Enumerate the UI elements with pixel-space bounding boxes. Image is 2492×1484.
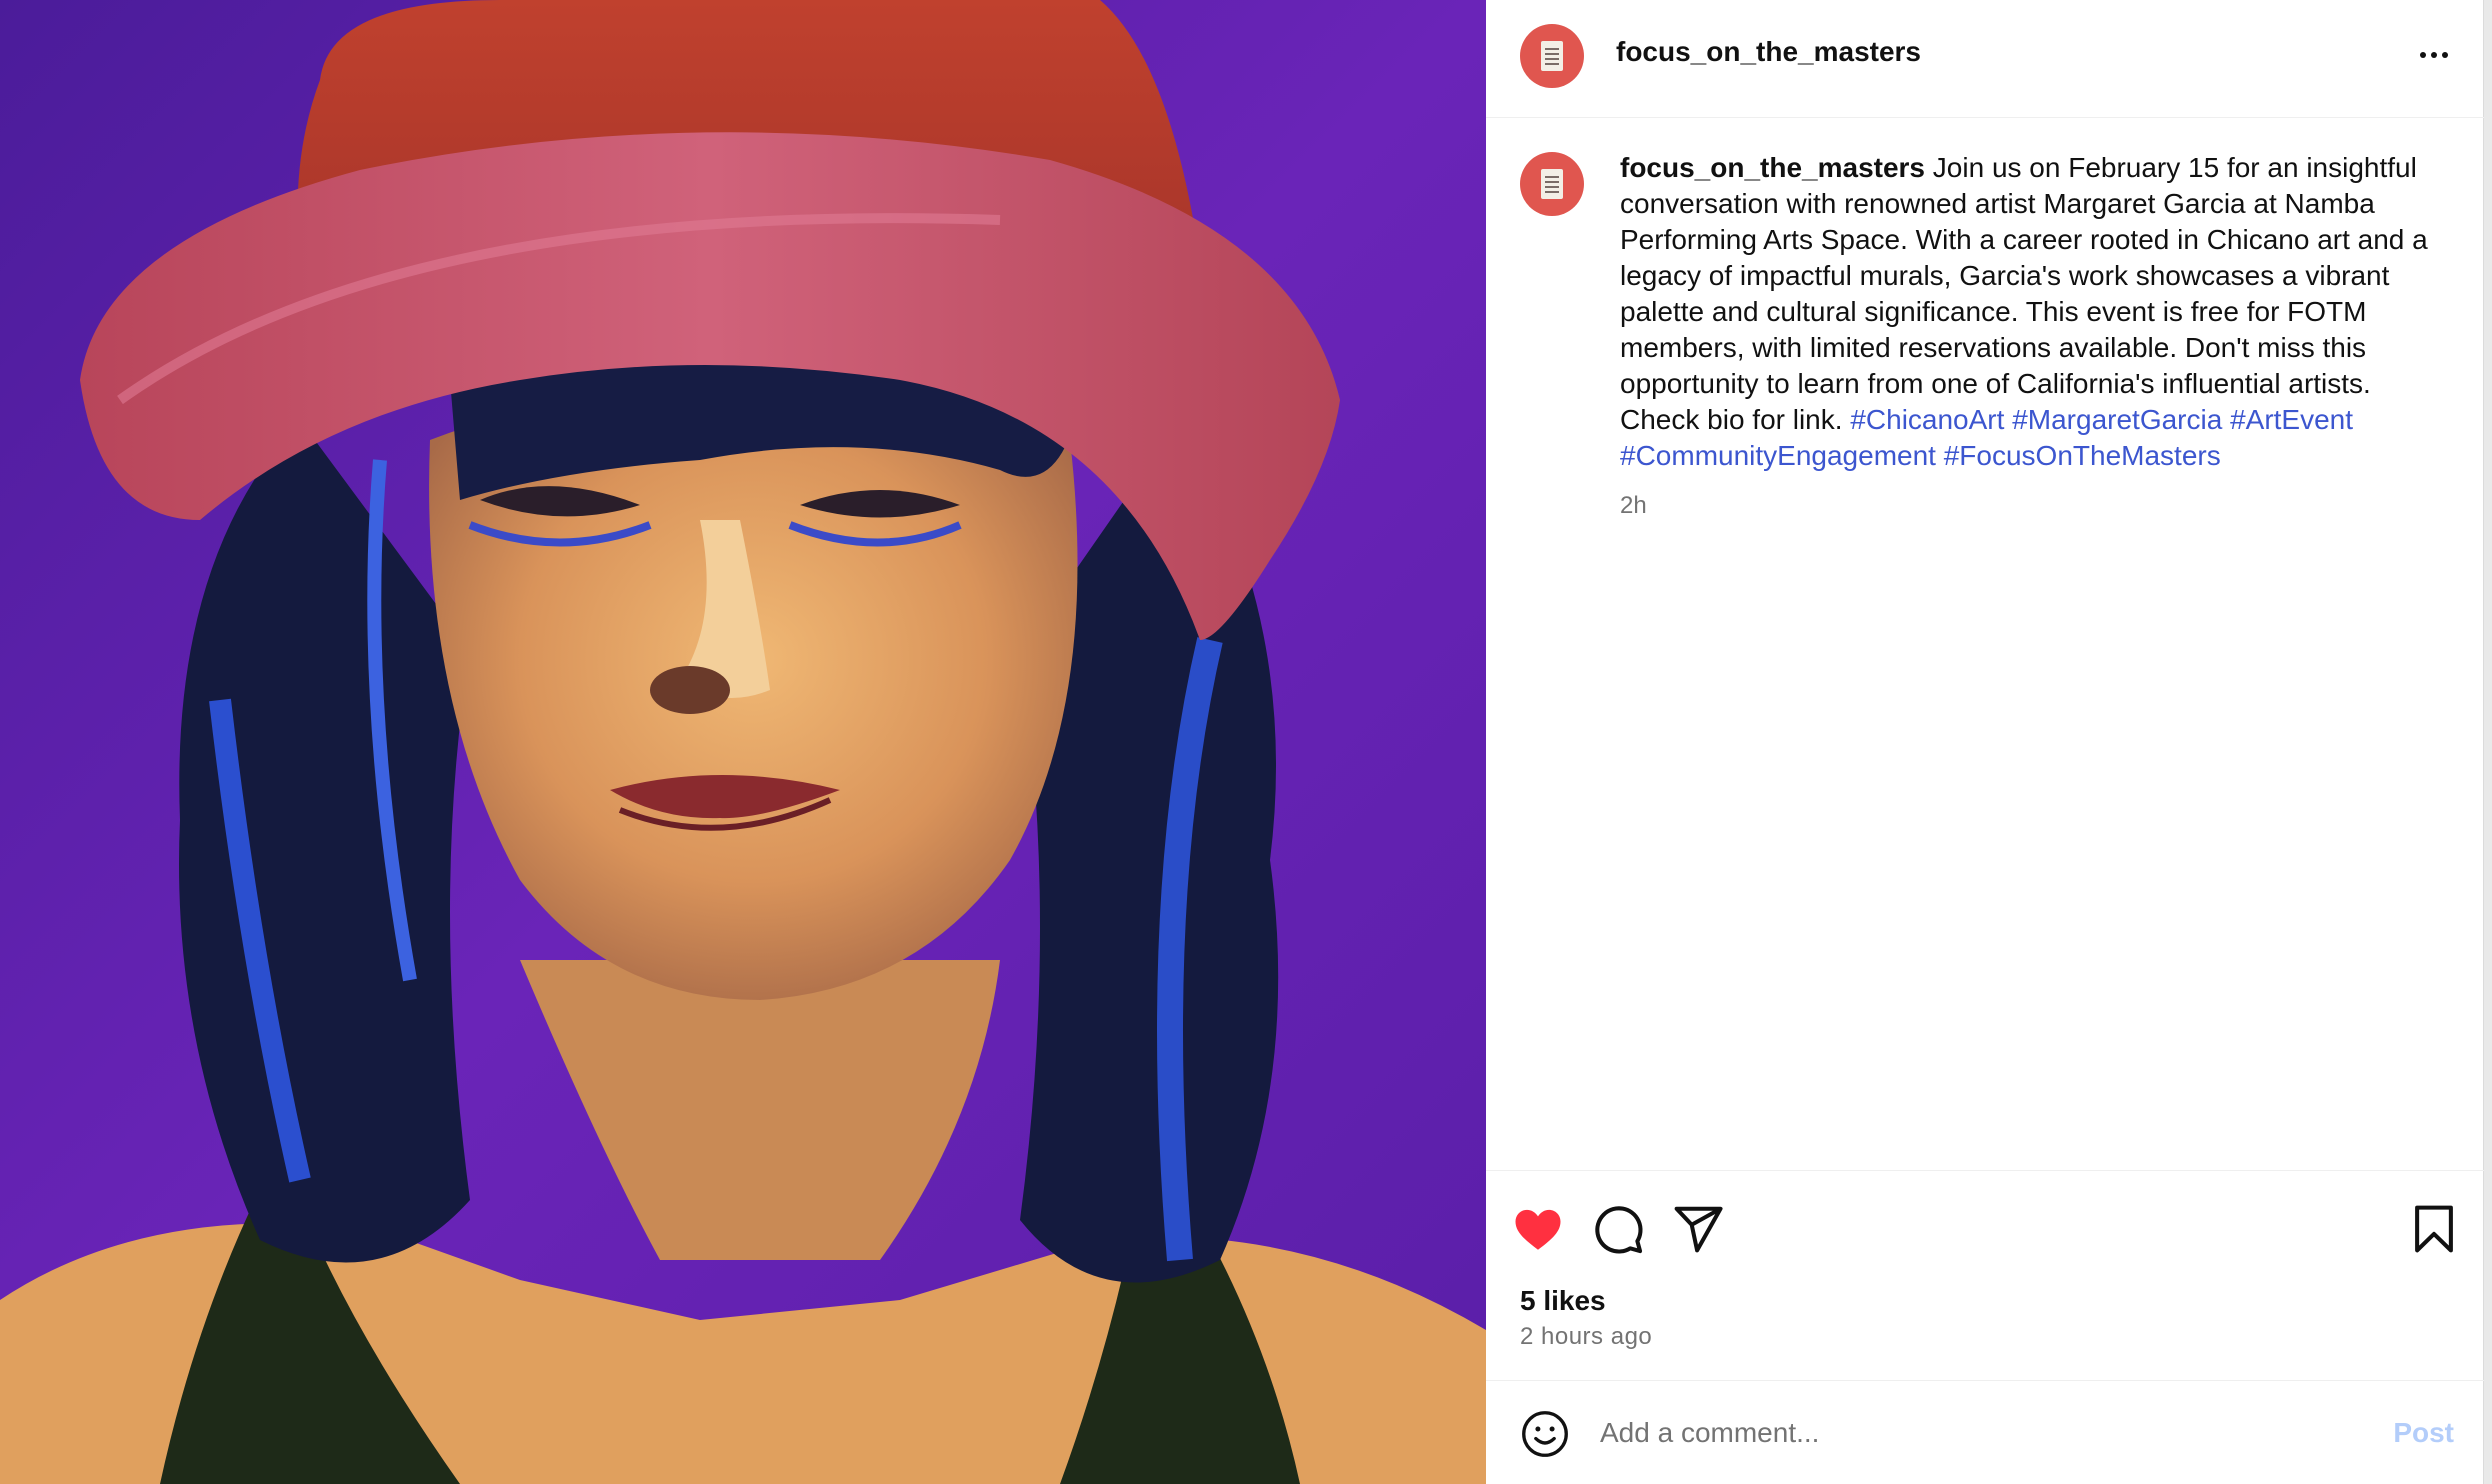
comment-bar: Post [1486,1380,2484,1484]
caption-avatar[interactable] [1520,152,1584,216]
share-button[interactable] [1670,1201,1726,1257]
avatar-logo-icon [1541,41,1563,71]
portrait-painting [0,0,1486,1484]
bookmark-icon [2415,1205,2453,1253]
caption-text: Join us on February 15 for an insightful… [1620,152,2428,435]
caption-timestamp[interactable]: 2h [1620,488,2450,524]
avatar[interactable] [1520,24,1584,88]
avatar-logo-icon [1541,169,1563,199]
comment-button[interactable] [1590,1201,1646,1257]
window-edge [2484,0,2492,1484]
post-timestamp[interactable]: 2 hours ago [1520,1323,1652,1351]
paper-plane-icon [1674,1206,1723,1253]
caption: focus_on_the_masters Join us on February… [1620,150,2450,524]
post-header: focus_on_the_masters [1486,0,2484,118]
hashtag[interactable]: #CommunityEngagement [1620,440,1936,471]
post-comment-button[interactable]: Post [2393,1417,2454,1449]
like-button[interactable] [1510,1201,1566,1257]
caption-username[interactable]: focus_on_the_masters [1620,152,1925,183]
header-username[interactable]: focus_on_the_masters [1616,36,1921,68]
heart-filled-icon [1515,1209,1561,1250]
likes-count[interactable]: 5 likes [1520,1285,1606,1317]
emoji-button[interactable] [1520,1409,1570,1459]
smiley-icon [1522,1411,1568,1457]
more-options-icon[interactable] [2414,40,2454,70]
save-button[interactable] [2406,1201,2462,1257]
comment-bubble-icon [1595,1206,1643,1254]
post-panel: focus_on_the_masters focus_on_the_master… [1486,0,2484,1484]
hashtag[interactable]: #FocusOnTheMasters [1944,440,2221,471]
hashtag[interactable]: #ChicanoArt [1850,404,2004,435]
action-bar: 5 likes 2 hours ago [1486,1170,2484,1380]
comment-input[interactable] [1600,1409,2330,1457]
hashtag[interactable]: #MargaretGarcia [2012,404,2222,435]
post-image[interactable] [0,0,1486,1484]
caption-area: focus_on_the_masters Join us on February… [1486,118,2484,1170]
hashtag[interactable]: #ArtEvent [2230,404,2353,435]
